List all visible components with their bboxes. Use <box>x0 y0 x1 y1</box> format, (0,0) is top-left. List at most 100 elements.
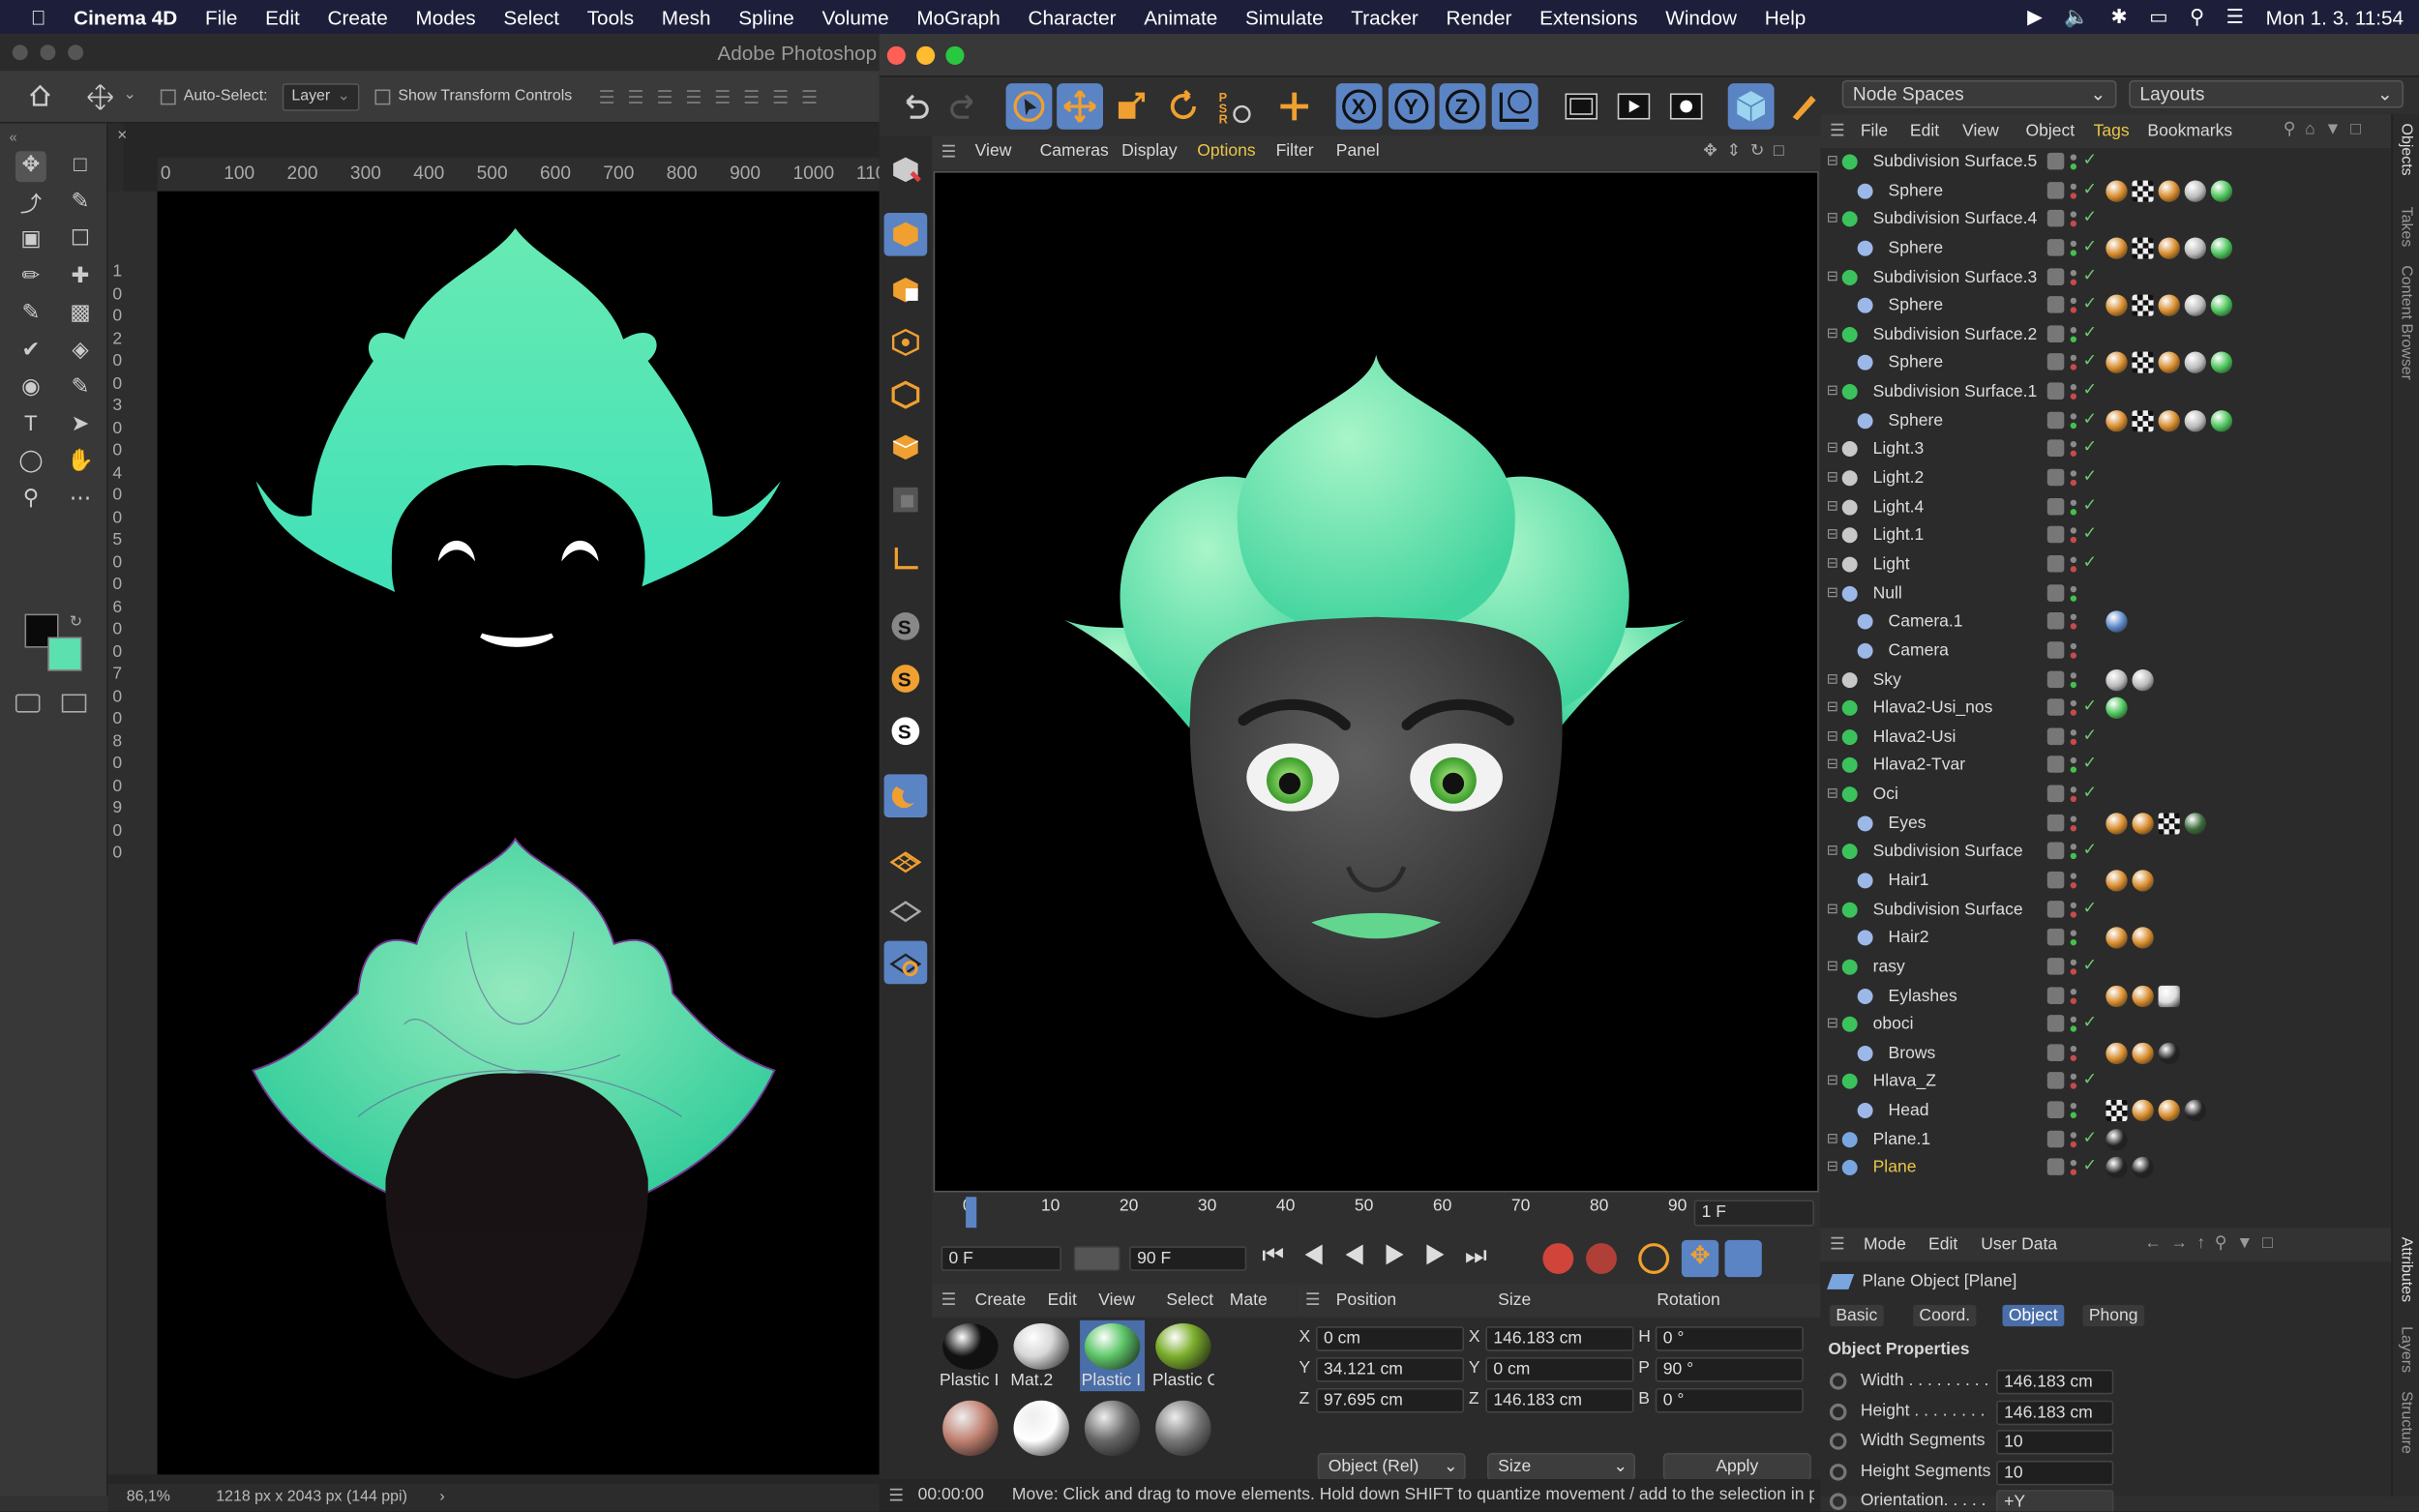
om-hamburger-icon[interactable]: ☰ <box>1830 120 1845 140</box>
material-swatch-row2[interactable] <box>1155 1400 1211 1457</box>
x-axis-icon[interactable]: X <box>1335 83 1383 130</box>
render-visibility-dot[interactable] <box>2070 853 2077 860</box>
search-icon[interactable]: ⚲ <box>2190 5 2204 30</box>
layer-toggle[interactable] <box>2046 1072 2065 1090</box>
enabled-check-icon[interactable]: ✓ <box>2082 408 2097 429</box>
render-visibility-dot[interactable] <box>2070 910 2077 918</box>
layer-toggle[interactable] <box>2046 1159 2065 1176</box>
render-picture-viewer-icon[interactable] <box>1611 83 1657 130</box>
object-row[interactable]: Camera <box>1820 637 2391 666</box>
volume-icon[interactable]: 🔈 <box>2064 5 2089 30</box>
editor-visibility-dot[interactable] <box>2070 988 2077 994</box>
render-visibility-dot[interactable] <box>2070 623 2077 630</box>
object-name[interactable]: Subdivision Surface.3 <box>1873 268 2038 286</box>
tag-icon[interactable] <box>2158 179 2180 202</box>
enabled-check-icon[interactable]: ✓ <box>2082 1012 2097 1032</box>
apply-button[interactable]: Apply <box>1662 1452 1811 1481</box>
coord-rot-field[interactable]: 90 ° <box>1655 1357 1804 1382</box>
psr-tool-icon[interactable]: PSR <box>1211 83 1258 130</box>
render-visibility-dot[interactable] <box>2070 824 2077 831</box>
close-icon[interactable] <box>12 44 28 61</box>
keyframe-settings-icon[interactable] <box>1638 1243 1670 1274</box>
object-row[interactable]: ⊟ oboci ✓ <box>1820 1011 2391 1040</box>
zoom-icon[interactable] <box>945 45 965 65</box>
start-frame-field[interactable]: 0 F <box>941 1246 1061 1271</box>
property-field[interactable]: 146.183 cm <box>1996 1399 2114 1425</box>
material-menu-mate[interactable]: Mate <box>1230 1291 1268 1310</box>
render-visibility-dot[interactable] <box>2070 479 2077 487</box>
render-visibility-dot[interactable] <box>2070 1025 2077 1032</box>
enabled-check-icon[interactable]: ✓ <box>2082 754 2097 773</box>
expand-icon[interactable]: ⊟ <box>1827 268 1838 285</box>
editor-visibility-dot[interactable] <box>2070 240 2077 247</box>
render-visibility-dot[interactable] <box>2070 221 2077 227</box>
layer-toggle[interactable] <box>2046 698 2065 717</box>
redo-icon[interactable] <box>941 83 988 130</box>
render-visibility-dot[interactable] <box>2070 422 2077 429</box>
move-tool-icon[interactable] <box>1057 83 1103 130</box>
tag-icon[interactable] <box>2158 985 2180 1007</box>
coord-pos-field[interactable]: 0 cm <box>1316 1326 1465 1351</box>
menu-spline[interactable]: Spline <box>725 6 808 29</box>
render-visibility-dot[interactable] <box>2070 393 2077 400</box>
tag-icon[interactable] <box>2132 985 2154 1007</box>
layer-toggle[interactable] <box>2046 468 2065 487</box>
render-visibility-dot[interactable] <box>2070 1170 2077 1176</box>
object-name[interactable]: rasy <box>1873 958 1905 976</box>
material-menu-view[interactable]: View <box>1098 1291 1135 1310</box>
path-select-icon[interactable]: ➤ <box>65 410 96 441</box>
object-name[interactable]: oboci <box>1873 1015 1914 1033</box>
layer-toggle[interactable] <box>2046 554 2065 573</box>
property-field[interactable]: 146.183 cm <box>1996 1369 2114 1395</box>
property-radio[interactable] <box>1829 1373 1847 1390</box>
object-name[interactable]: Subdivision Surface.5 <box>1873 153 2038 171</box>
menu-file[interactable]: File <box>192 6 252 29</box>
object-row[interactable]: Head <box>1820 1097 2391 1126</box>
property-field[interactable]: +Y <box>1996 1490 2114 1512</box>
enabled-check-icon[interactable]: ✓ <box>2082 379 2097 400</box>
menu-help[interactable]: Help <box>1750 6 1819 29</box>
editor-visibility-dot[interactable] <box>2070 1074 2077 1081</box>
render-visibility-dot[interactable] <box>2070 250 2077 256</box>
tab-objects[interactable]: Objects <box>2398 124 2415 176</box>
edge-mode-icon[interactable] <box>884 373 928 417</box>
editor-visibility-dot[interactable] <box>2070 1017 2077 1023</box>
editor-visibility-dot[interactable] <box>2070 355 2077 362</box>
material-swatch-row2[interactable] <box>1013 1400 1069 1457</box>
expand-icon[interactable]: ⊟ <box>1827 497 1838 515</box>
tag-icon[interactable] <box>2105 237 2128 259</box>
workplane-icon[interactable] <box>884 839 928 882</box>
object-name[interactable]: Plane.1 <box>1873 1130 1930 1148</box>
object-name[interactable]: Brows <box>1889 1044 1936 1062</box>
object-name[interactable]: Hlava2-Usi_nos <box>1873 699 1993 718</box>
control-center-icon[interactable]: ☰ <box>2226 5 2245 30</box>
layer-toggle[interactable] <box>2046 353 2065 371</box>
render-visibility-dot[interactable] <box>2070 336 2077 342</box>
expand-icon[interactable]: ⊟ <box>1827 786 1838 803</box>
object-row[interactable]: ⊟ Plane.1 ✓ <box>1820 1126 2391 1155</box>
collapse-icon[interactable]: « <box>10 130 17 145</box>
tag-icon[interactable] <box>2105 1157 2128 1179</box>
key-scale-icon[interactable] <box>1724 1239 1762 1278</box>
layer-toggle[interactable] <box>2046 986 2065 1004</box>
render-visibility-dot[interactable] <box>2070 680 2077 688</box>
zoom-tool-icon[interactable]: ⚲ <box>15 485 46 516</box>
snap-icon[interactable]: S <box>884 605 928 648</box>
screen-mode-icon[interactable] <box>61 694 87 713</box>
editor-visibility-dot[interactable] <box>2070 384 2077 391</box>
object-name[interactable]: Camera <box>1889 641 1949 660</box>
eraser-icon[interactable]: ◈ <box>65 337 96 368</box>
zoom-icon[interactable] <box>68 44 84 61</box>
clock[interactable]: Mon 1. 3. 11:54 <box>2266 6 2404 29</box>
editor-visibility-dot[interactable] <box>2070 671 2077 678</box>
blur-icon[interactable]: ✎ <box>65 373 96 404</box>
object-row[interactable]: ⊟ Hlava2-Tvar ✓ <box>1820 752 2391 781</box>
layer-toggle[interactable] <box>2046 785 2065 803</box>
type-tool-icon[interactable]: T <box>15 410 46 441</box>
layer-toggle[interactable] <box>2046 238 2065 256</box>
expand-icon[interactable]: ⊟ <box>1827 469 1838 487</box>
tag-icon[interactable] <box>2105 668 2128 691</box>
range-slider[interactable] <box>1073 1246 1120 1271</box>
menu-mograph[interactable]: MoGraph <box>903 6 1014 29</box>
auto-select-checkbox[interactable] <box>160 89 176 105</box>
